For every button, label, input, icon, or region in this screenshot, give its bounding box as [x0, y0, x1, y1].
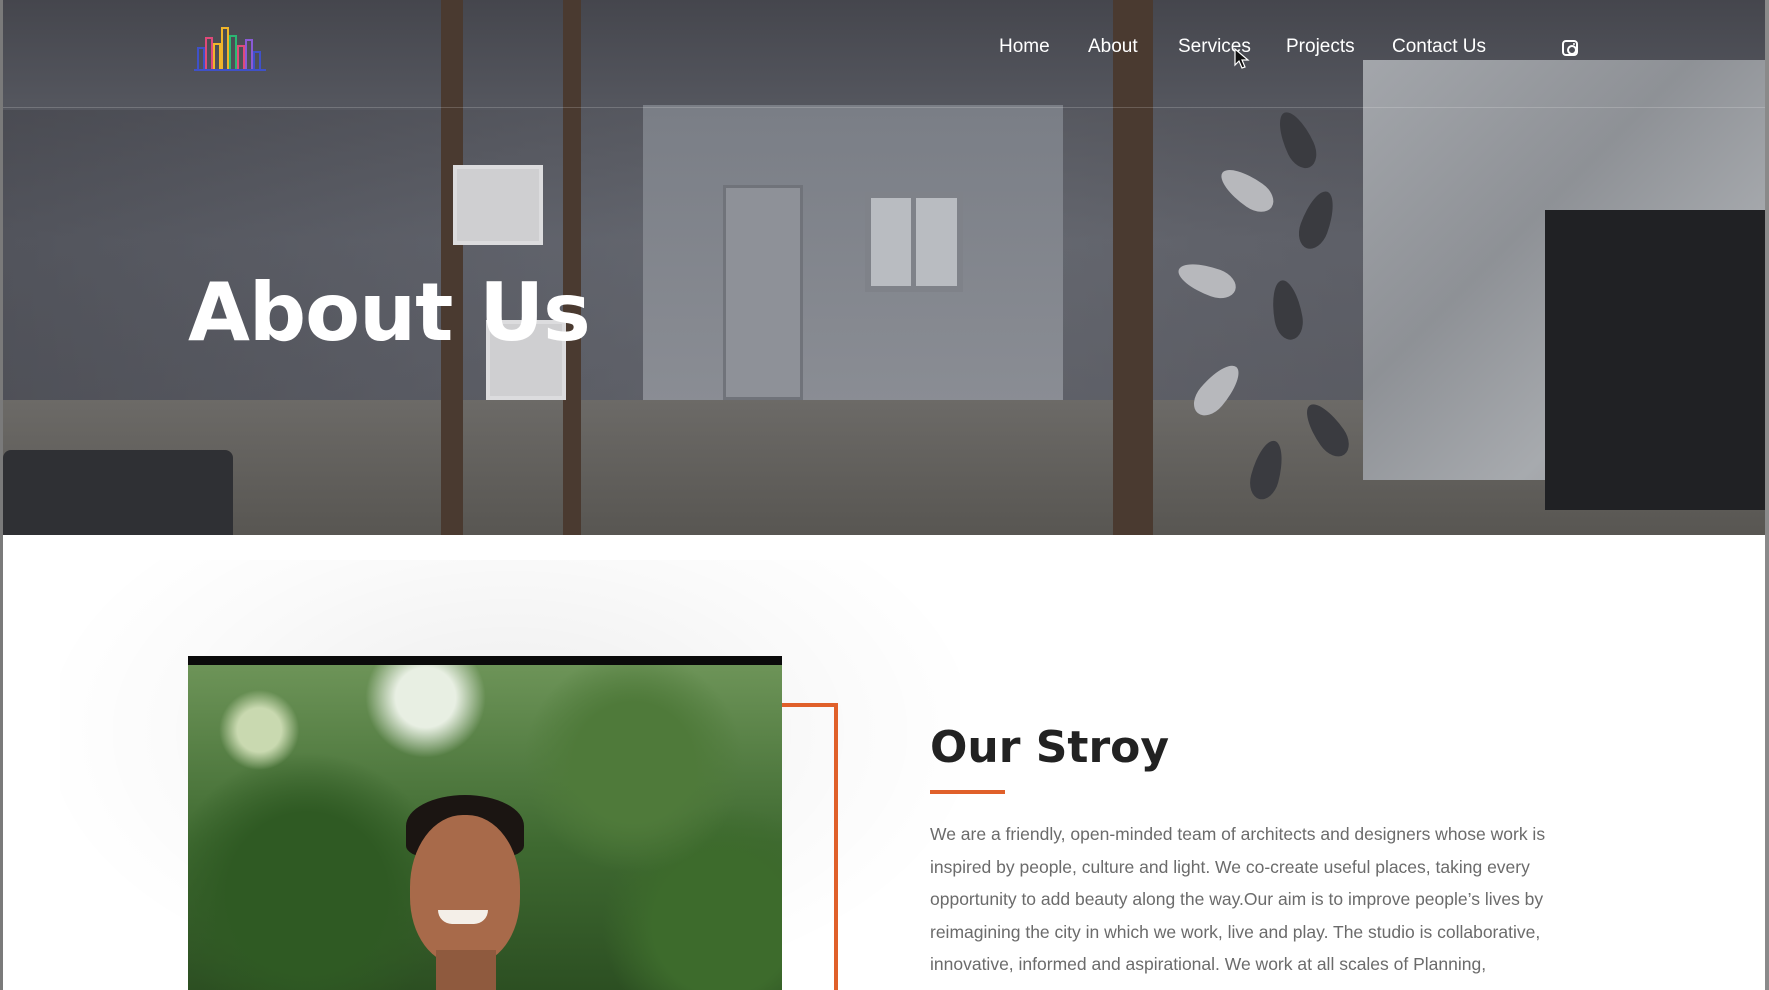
nav-home[interactable]: Home [999, 34, 1050, 60]
team-member-photo [188, 665, 782, 990]
nav-projects[interactable]: Projects [1286, 34, 1355, 60]
nav-contact-us[interactable]: Contact Us [1392, 34, 1486, 60]
scrollbar-edge[interactable] [1765, 0, 1769, 990]
leaf-decor [1293, 187, 1341, 253]
page-title: About Us [188, 266, 591, 359]
story-heading: Our Stroy [930, 722, 1170, 773]
heading-underline [930, 790, 1005, 794]
nav-about[interactable]: About [1088, 34, 1138, 60]
hero-back-wall [643, 105, 1063, 405]
hero-window [865, 192, 963, 292]
photo-face [410, 815, 520, 965]
mouse-cursor-icon [1234, 48, 1250, 69]
photo-smile [438, 910, 488, 924]
accent-bracket [782, 703, 838, 990]
leaf-decor [1271, 106, 1323, 174]
photo-neck [436, 950, 496, 990]
main-nav: Home About Services Projects Contact Us [0, 0, 1769, 95]
hero-shelf [453, 165, 543, 245]
story-paragraph: We are a friendly, open-minded team of a… [930, 824, 1546, 974]
leaf-decor [1174, 256, 1240, 304]
hero-tv [1545, 210, 1765, 510]
nav-divider [3, 107, 1765, 108]
leaf-decor [1268, 278, 1306, 342]
hero-door [723, 185, 803, 400]
instagram-icon[interactable] [1562, 40, 1578, 56]
leaf-decor [1214, 161, 1280, 219]
hero-sofa [3, 450, 233, 535]
